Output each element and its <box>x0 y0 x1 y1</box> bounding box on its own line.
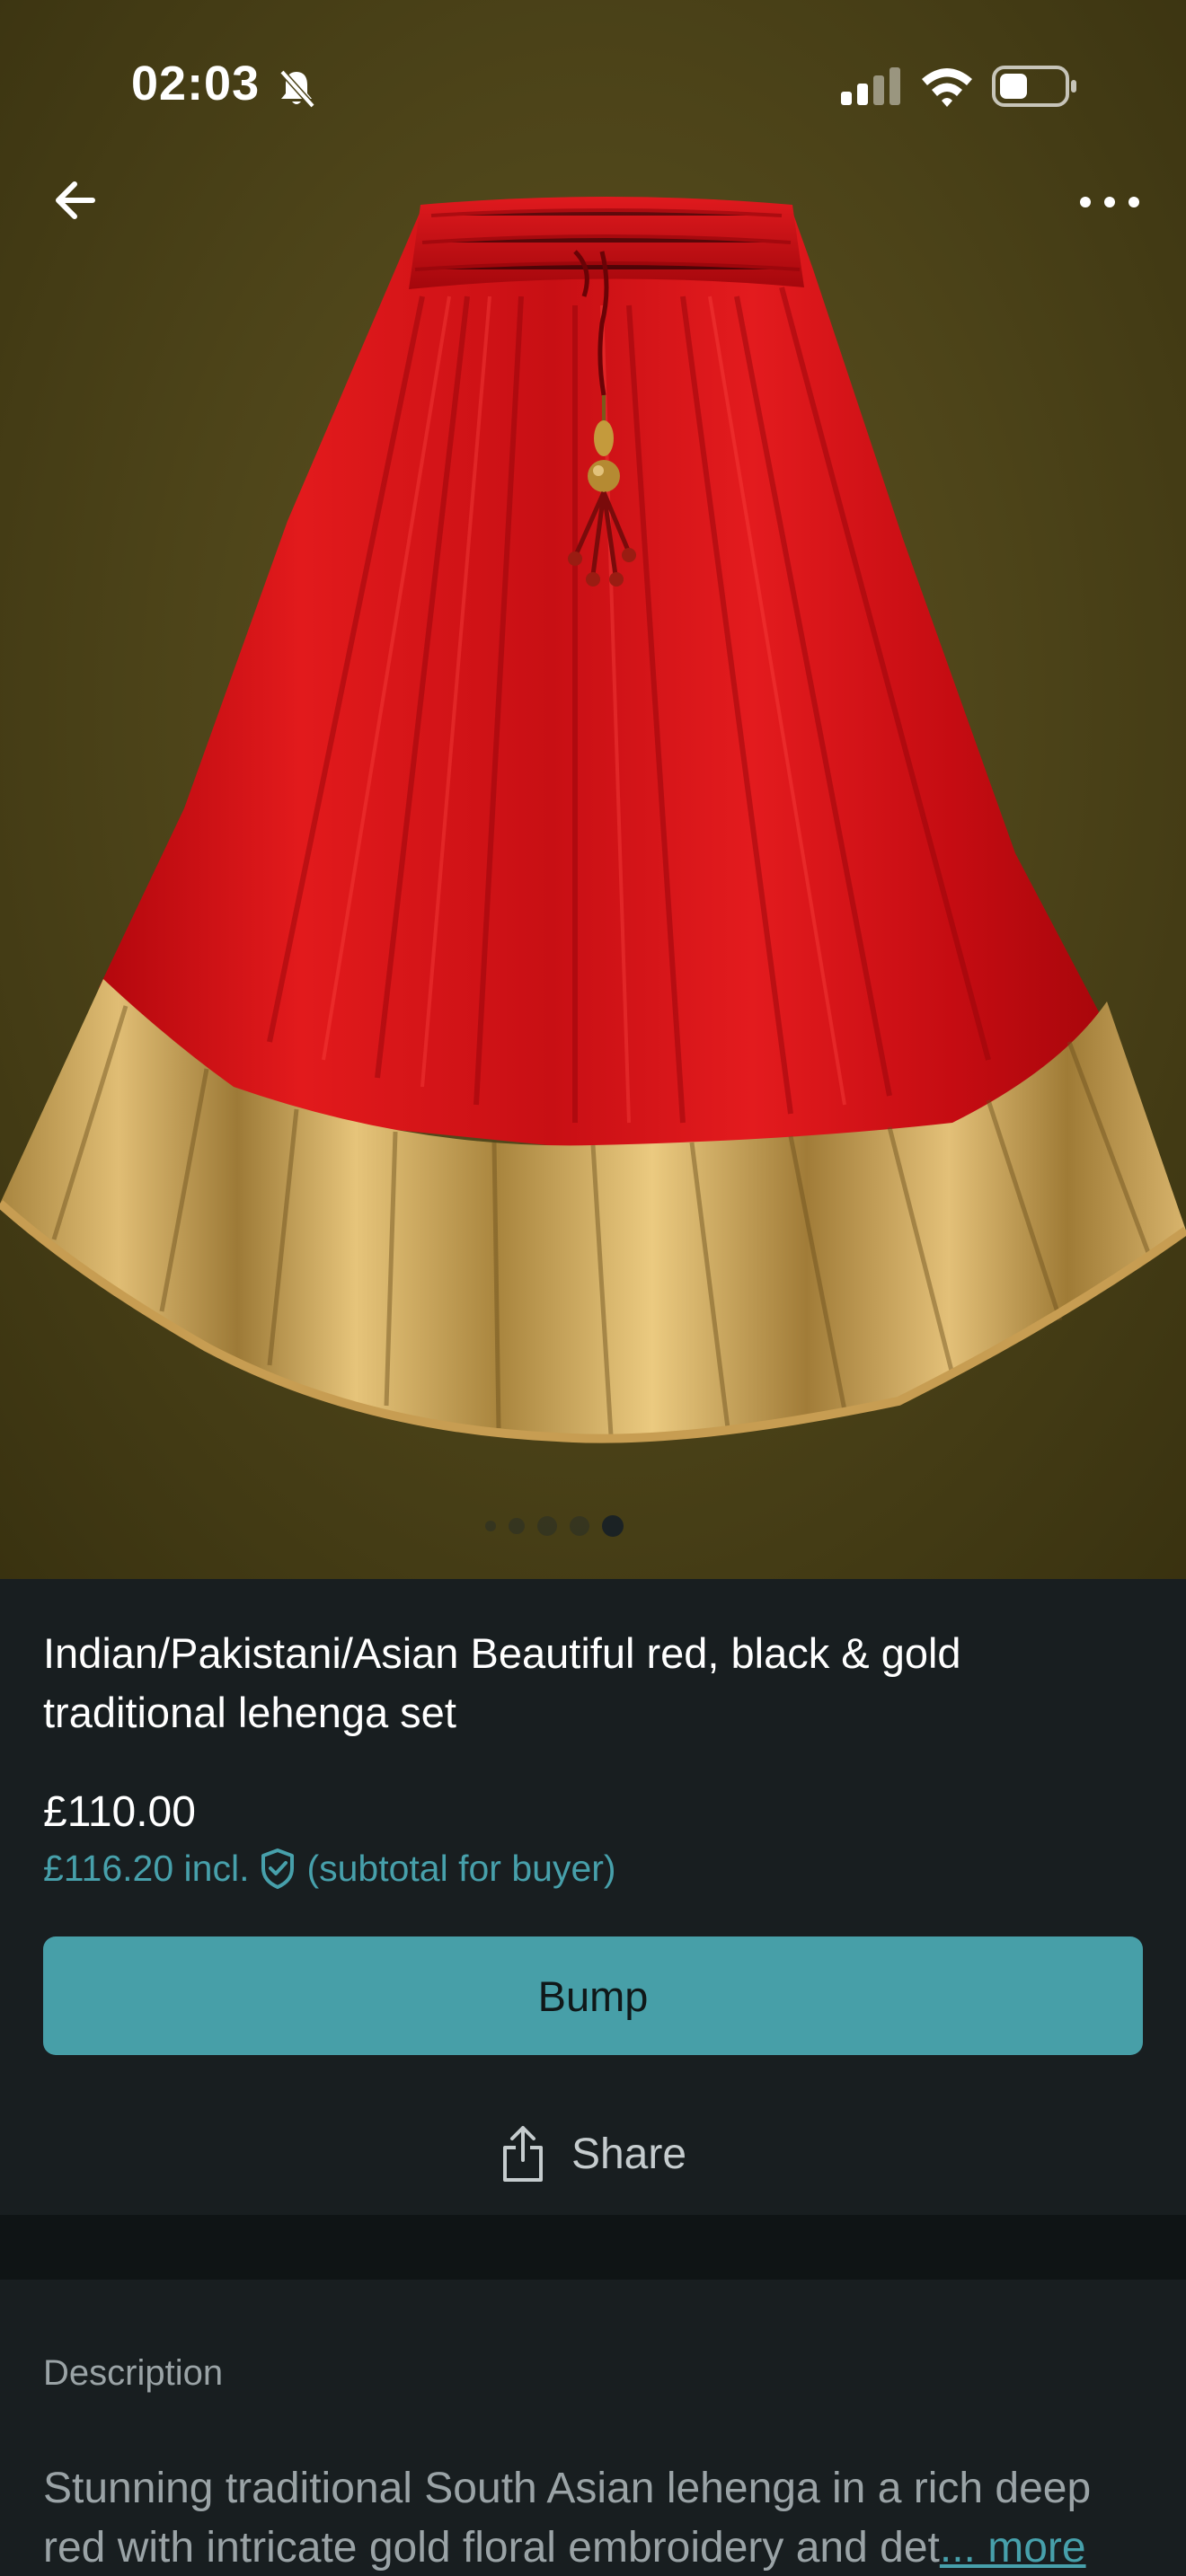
listing-title: Indian/Pakistani/Asian Beautiful red, bl… <box>43 1629 961 1736</box>
share-icon <box>502 2126 543 2182</box>
back-button[interactable] <box>43 169 106 232</box>
signal-icon <box>839 66 902 110</box>
gallery-dot[interactable] <box>509 1518 525 1534</box>
shield-check-icon <box>261 1848 295 1889</box>
arrow-left-icon <box>56 181 95 219</box>
product-photo-gallery[interactable]: 02:03 <box>0 0 1186 1579</box>
gallery-dot[interactable] <box>537 1516 557 1536</box>
listing-info-panel: Indian/Pakistani/Asian Beautiful red, bl… <box>0 1579 1186 2215</box>
listing-price: £110.00 <box>43 1788 196 1836</box>
description-body: Stunning traditional South Asian lehenga… <box>43 2459 1148 2576</box>
gallery-dot-active[interactable] <box>602 1515 624 1537</box>
bump-button[interactable]: Bump <box>43 1936 1143 2055</box>
product-image <box>0 197 1186 1443</box>
share-button[interactable]: Share <box>0 2116 1186 2192</box>
more-options-button[interactable] <box>1069 180 1150 225</box>
gallery-page-indicator[interactable] <box>485 1513 624 1539</box>
buyer-price-row[interactable]: £116.20 incl. (subtotal for buyer) <box>43 1847 616 1890</box>
buyer-price-note: (subtotal for buyer) <box>306 1847 616 1889</box>
wifi-icon <box>918 63 976 112</box>
buyer-price: £116.20 incl. <box>43 1847 250 1889</box>
description-more-link[interactable]: ... more <box>940 2524 1086 2572</box>
section-divider <box>0 2215 1186 2280</box>
description-section: Description Stunning traditional South A… <box>0 2280 1186 2576</box>
status-bar: 02:03 <box>0 0 1186 171</box>
ellipsis-icon <box>1080 197 1139 207</box>
description-heading: Description <box>43 2353 224 2393</box>
battery-icon <box>992 65 1078 112</box>
gallery-dot[interactable] <box>570 1516 589 1536</box>
share-label: Share <box>571 2130 687 2178</box>
gallery-dot[interactable] <box>485 1521 496 1531</box>
description-text: Stunning traditional South Asian lehenga… <box>43 2465 1092 2572</box>
bell-slash-icon <box>275 66 318 114</box>
status-time: 02:03 <box>131 57 261 110</box>
listing-screen: 02:03 Indian/Pakistani/Asian Beautiful r… <box>0 0 1186 2576</box>
